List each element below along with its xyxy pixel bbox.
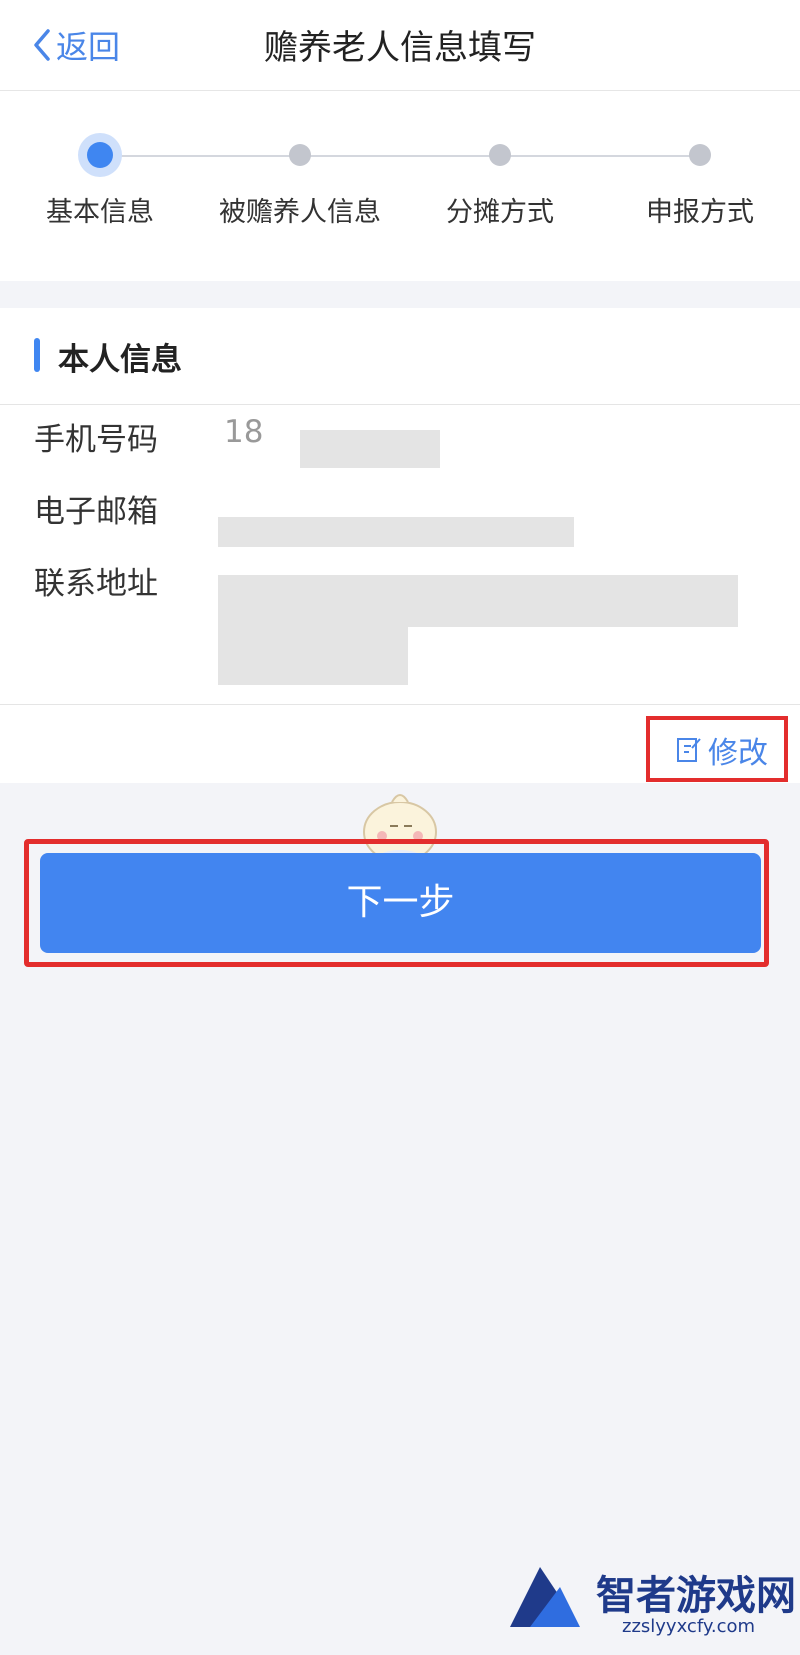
- phone-blur: [300, 430, 440, 468]
- edit-icon: [677, 738, 701, 762]
- step-basic-info: 基本信息: [0, 131, 200, 229]
- page-title: 赡养老人信息填写: [264, 28, 536, 68]
- address-blur: [218, 575, 738, 627]
- phone-label: 手机号码: [34, 422, 158, 458]
- phone-value: 18: [224, 414, 264, 450]
- step-dependent-info: 被赡养人信息: [200, 131, 400, 229]
- step-label: 被赡养人信息: [219, 197, 381, 228]
- section-accent-bar: [34, 338, 40, 372]
- email-blur: [218, 517, 574, 547]
- watermark-site: zzslyyxcfy.com: [622, 1616, 756, 1637]
- address-blur-2: [218, 627, 408, 685]
- edit-label: 修改: [708, 736, 768, 771]
- progress-steps: 基本信息 被赡养人信息 分摊方式 申报方式: [0, 91, 800, 281]
- step-declaration: 申报方式: [600, 131, 800, 229]
- nav-bar: 返回 赡养老人信息填写: [0, 0, 800, 91]
- section-header: 本人信息: [0, 308, 800, 405]
- step-label: 基本信息: [46, 197, 154, 228]
- edit-button[interactable]: 修改: [676, 728, 768, 772]
- step-label: 分摊方式: [446, 197, 554, 228]
- step-dot-active: [87, 142, 113, 168]
- section-title: 本人信息: [58, 342, 182, 378]
- card-divider: [0, 704, 800, 705]
- step-dot: [289, 144, 311, 166]
- next-step-button[interactable]: 下一步: [40, 853, 761, 953]
- phone-row: 手机号码 18: [34, 414, 263, 459]
- watermark-name: 智者游戏网: [596, 1573, 796, 1619]
- step-allocation: 分摊方式: [400, 131, 600, 229]
- address-row: 联系地址: [34, 558, 158, 603]
- step-label: 申报方式: [646, 197, 754, 228]
- email-row: 电子邮箱: [34, 486, 158, 531]
- email-label: 电子邮箱: [34, 494, 158, 530]
- step-dot: [489, 144, 511, 166]
- step-dot: [689, 144, 711, 166]
- address-label: 联系地址: [34, 566, 158, 602]
